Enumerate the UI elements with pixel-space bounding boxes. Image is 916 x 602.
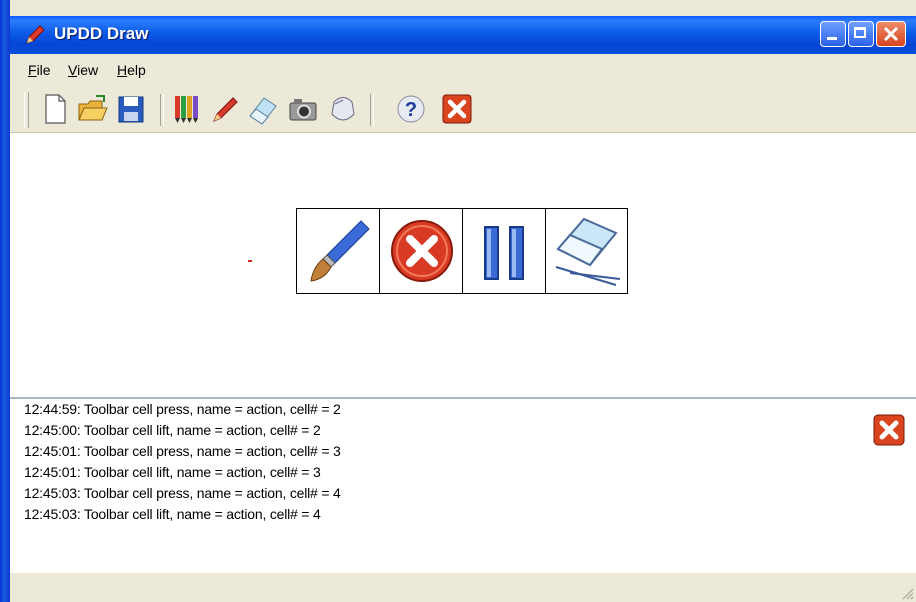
- ink-mark: [248, 260, 252, 262]
- open-folder-icon: [78, 95, 108, 121]
- main-toolbar: ?: [10, 86, 916, 133]
- close-icon: [873, 414, 905, 446]
- event-log: 12:44:59: Toolbar cell press, name = act…: [10, 399, 916, 573]
- pen-colors-icon: [175, 96, 198, 123]
- help-button[interactable]: ?: [394, 92, 425, 126]
- drawing-canvas[interactable]: [10, 133, 916, 397]
- updd-draw-window: UPDD Draw File View Help ? 12:44:59: Too…: [0, 0, 916, 602]
- maximize-button[interactable]: [848, 21, 874, 47]
- window-left-border: [0, 0, 10, 602]
- log-line: 12:45:03: Toolbar cell lift, name = acti…: [24, 506, 321, 522]
- toolbar-cell-3[interactable]: [463, 209, 546, 293]
- eraser-button[interactable]: [246, 92, 277, 126]
- mouse-icon: [331, 97, 355, 121]
- pen-button[interactable]: [210, 92, 240, 126]
- eraser-icon: [249, 97, 277, 125]
- toolbar-cell-1[interactable]: [297, 209, 380, 293]
- close-icon: [442, 94, 472, 124]
- log-line: 12:45:01: Toolbar cell press, name = act…: [24, 443, 341, 459]
- pen-icon: [213, 97, 238, 122]
- minimize-icon: [827, 37, 837, 40]
- pause-icon: [484, 226, 524, 280]
- menu-file[interactable]: File: [28, 62, 51, 78]
- pen-colors-button[interactable]: [170, 92, 200, 126]
- minimize-button[interactable]: [820, 21, 846, 47]
- new-document-icon: [45, 94, 66, 124]
- open-button[interactable]: [76, 92, 108, 126]
- toolbar-cell-4[interactable]: [546, 209, 629, 293]
- toolbar-separator: [370, 94, 374, 126]
- camera-icon: [289, 99, 317, 121]
- eraser-icon: [555, 217, 621, 286]
- exit-button[interactable]: [440, 92, 472, 126]
- title-bar[interactable]: UPDD Draw: [10, 16, 916, 54]
- save-icon: [118, 96, 144, 123]
- log-line: 12:44:59: Toolbar cell press, name = act…: [24, 401, 341, 417]
- log-line: 12:45:03: Toolbar cell press, name = act…: [24, 485, 341, 501]
- pen-app-icon: [26, 25, 45, 44]
- toolbar-cell-2[interactable]: [380, 209, 463, 293]
- resize-grip-icon[interactable]: [900, 586, 914, 600]
- save-button[interactable]: [116, 92, 146, 126]
- status-bar: [10, 573, 916, 602]
- onscreen-action-toolbar: [296, 208, 628, 294]
- camera-button[interactable]: [286, 92, 317, 126]
- clear-log-button[interactable]: [872, 413, 906, 447]
- menu-bar: File View Help: [10, 54, 916, 86]
- menu-help[interactable]: Help: [117, 62, 146, 78]
- toolbar-separator: [160, 94, 164, 126]
- close-icon: [883, 26, 899, 42]
- window-title: UPDD Draw: [54, 24, 149, 43]
- cancel-icon: [391, 220, 453, 282]
- close-window-button[interactable]: [876, 21, 906, 47]
- maximize-icon: [854, 27, 866, 38]
- log-line: 12:45:00: Toolbar cell lift, name = acti…: [24, 422, 321, 438]
- mouse-button[interactable]: [326, 92, 356, 126]
- help-icon: ?: [397, 95, 425, 123]
- log-line: 12:45:01: Toolbar cell lift, name = acti…: [24, 464, 321, 480]
- paintbrush-icon: [310, 220, 370, 282]
- toolbar-grip[interactable]: [24, 92, 29, 128]
- svg-text:?: ?: [405, 99, 417, 121]
- new-button[interactable]: [40, 92, 70, 126]
- menu-view[interactable]: View: [68, 62, 98, 78]
